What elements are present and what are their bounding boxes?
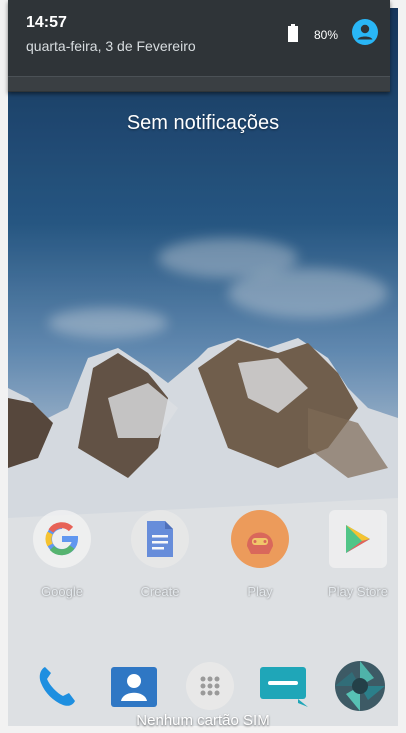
app-play[interactable]: Play	[220, 510, 300, 599]
app-label: Play Store	[328, 584, 388, 599]
app-play-store[interactable]: Play Store	[318, 510, 398, 599]
play-store-icon	[329, 510, 387, 568]
dock	[0, 660, 406, 716]
battery-icon	[288, 24, 298, 42]
app-label: Play	[247, 584, 273, 599]
date-text[interactable]: quarta-feira, 3 de Fevereiro	[26, 38, 196, 54]
camera-icon[interactable]	[334, 660, 386, 712]
notification-header-handle[interactable]	[8, 76, 390, 91]
play-games-icon	[231, 510, 289, 568]
phone-icon[interactable]	[30, 660, 82, 712]
sim-status-text: Nenhum cartão SIM	[136, 712, 270, 729]
battery-percentage: 80%	[314, 28, 339, 42]
google-icon	[33, 510, 91, 568]
app-label: Create	[140, 584, 180, 599]
account-circle-icon[interactable]	[352, 19, 378, 45]
empty-notifications-text: Sem notificações	[126, 112, 280, 134]
docs-create-icon	[131, 510, 189, 568]
clock-time: 14:57	[26, 14, 67, 31]
app-create[interactable]: Create	[120, 510, 200, 599]
messages-icon[interactable]	[258, 660, 310, 712]
app-label: Google	[41, 584, 83, 599]
contacts-icon[interactable]	[108, 660, 160, 712]
app-drawer-icon[interactable]	[184, 660, 236, 712]
app-google[interactable]: Google	[22, 510, 102, 599]
